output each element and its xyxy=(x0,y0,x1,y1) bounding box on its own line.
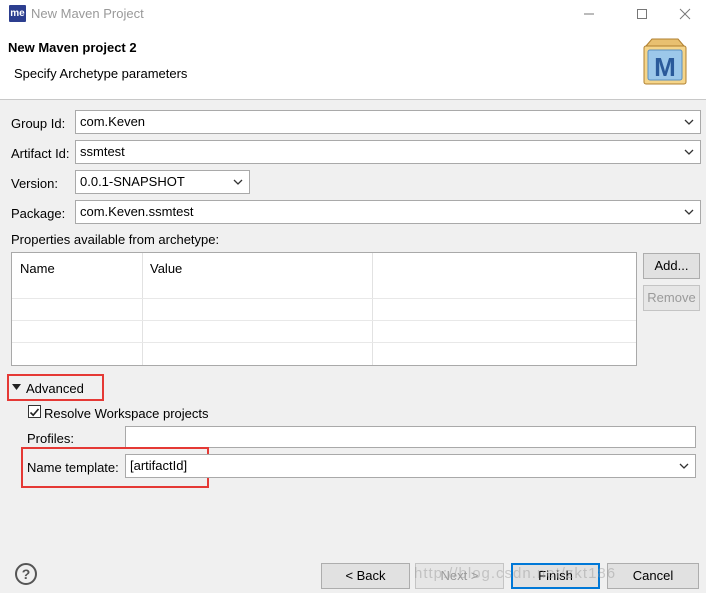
help-icon[interactable]: ? xyxy=(15,563,37,585)
name-template-value: [artifactId] xyxy=(130,458,188,473)
wizard-page-title: New Maven project 2 xyxy=(8,40,137,55)
window-title-bar: me New Maven Project xyxy=(0,0,706,28)
chevron-down-icon xyxy=(233,179,243,185)
version-combo[interactable]: 0.0.1-SNAPSHOT xyxy=(75,170,250,194)
name-template-label: Name template: xyxy=(27,460,119,475)
close-icon xyxy=(679,8,691,20)
properties-table[interactable]: Name Value xyxy=(11,252,637,366)
group-id-combo[interactable]: com.Keven xyxy=(75,110,701,134)
package-value: com.Keven.ssmtest xyxy=(80,204,194,219)
advanced-toggle[interactable]: Advanced xyxy=(26,381,84,396)
artifact-id-label: Artifact Id: xyxy=(11,146,70,161)
triangle-down-icon[interactable] xyxy=(12,384,21,391)
chevron-down-icon xyxy=(684,149,694,155)
artifact-id-value: ssmtest xyxy=(80,144,125,159)
maximize-icon xyxy=(637,9,647,19)
remove-property-button[interactable]: Remove xyxy=(643,285,700,311)
watermark-text: http://blog.csdn.net/zkt186 xyxy=(414,565,617,582)
maven-eclipse-app-icon: me xyxy=(9,5,26,22)
profiles-input[interactable] xyxy=(125,426,696,448)
window-title: New Maven Project xyxy=(31,6,144,21)
version-label: Version: xyxy=(11,176,58,191)
table-row-divider xyxy=(12,298,636,299)
maven-logo-icon: M xyxy=(643,38,687,85)
name-column-header[interactable]: Name xyxy=(20,261,55,276)
resolve-workspace-checkbox[interactable] xyxy=(28,405,41,418)
back-button[interactable]: < Back xyxy=(321,563,410,589)
maximize-button[interactable] xyxy=(619,0,665,28)
properties-label: Properties available from archetype: xyxy=(11,232,220,247)
wizard-page-description: Specify Archetype parameters xyxy=(14,66,188,81)
chevron-down-icon xyxy=(679,463,689,469)
chevron-down-icon xyxy=(684,119,694,125)
table-row-divider xyxy=(12,342,636,343)
package-label: Package: xyxy=(11,206,66,221)
minimize-button[interactable] xyxy=(566,0,612,28)
group-id-value: com.Keven xyxy=(80,114,146,129)
wizard-header: New Maven project 2 Specify Archetype pa… xyxy=(0,28,706,100)
table-row-divider xyxy=(12,320,636,321)
artifact-id-combo[interactable]: ssmtest xyxy=(75,140,701,164)
cancel-button[interactable]: Cancel xyxy=(607,563,699,589)
add-property-button[interactable]: Add... xyxy=(643,253,700,279)
name-template-combo[interactable]: [artifactId] xyxy=(125,454,696,478)
checkmark-icon xyxy=(29,408,40,417)
minimize-icon xyxy=(584,13,594,15)
close-button[interactable] xyxy=(662,0,706,28)
profiles-label: Profiles: xyxy=(27,431,74,446)
chevron-down-icon xyxy=(684,209,694,215)
group-id-label: Group Id: xyxy=(11,116,66,131)
svg-text:M: M xyxy=(654,52,676,82)
version-value: 0.0.1-SNAPSHOT xyxy=(80,174,185,189)
resolve-workspace-label[interactable]: Resolve Workspace projects xyxy=(44,406,209,421)
package-combo[interactable]: com.Keven.ssmtest xyxy=(75,200,701,224)
value-column-header[interactable]: Value xyxy=(150,261,182,276)
